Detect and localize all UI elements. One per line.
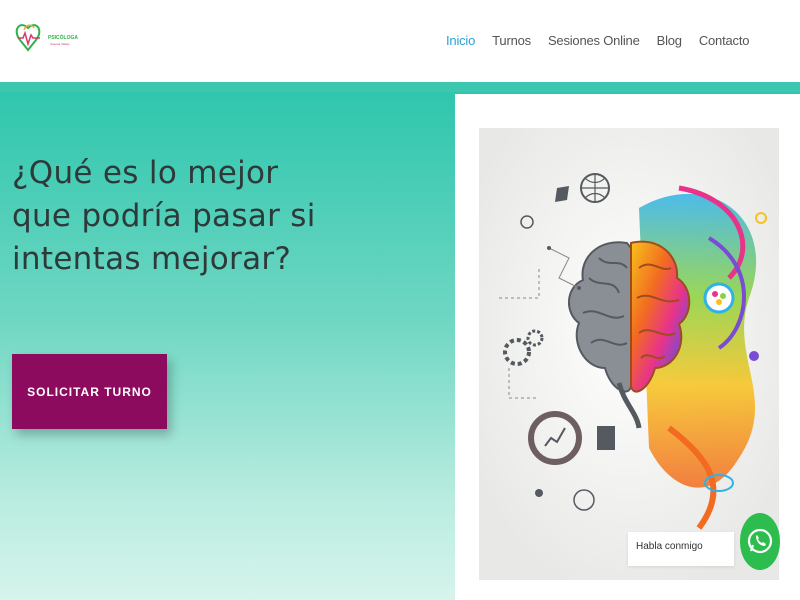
site-logo[interactable]: PSICÓLOGA Susana Vallejo <box>14 18 78 62</box>
nav-item-contacto[interactable]: Contacto <box>699 33 750 48</box>
request-appointment-button[interactable]: SOLICITAR TURNO <box>12 354 167 429</box>
header-divider <box>0 82 800 92</box>
brain-illustration <box>479 128 779 580</box>
whatsapp-button[interactable] <box>740 513 780 570</box>
nav-item-turnos[interactable]: Turnos <box>492 33 531 48</box>
main-nav: Inicio Turnos Sesiones Online Blog Conta… <box>446 33 749 48</box>
logo-subtext: Susana Vallejo <box>50 42 70 46</box>
nav-item-blog[interactable]: Blog <box>657 33 682 48</box>
chat-label[interactable]: Habla conmigo <box>628 532 734 566</box>
site-header: PSICÓLOGA Susana Vallejo Inicio Turnos S… <box>0 0 800 82</box>
nav-item-sesiones-online[interactable]: Sesiones Online <box>548 33 640 48</box>
logo-text: PSICÓLOGA <box>48 35 79 41</box>
nav-item-inicio[interactable]: Inicio <box>446 33 475 48</box>
hero-title: ¿Qué es lo mejor que podría pasar si int… <box>12 155 316 277</box>
whatsapp-icon <box>747 528 773 554</box>
